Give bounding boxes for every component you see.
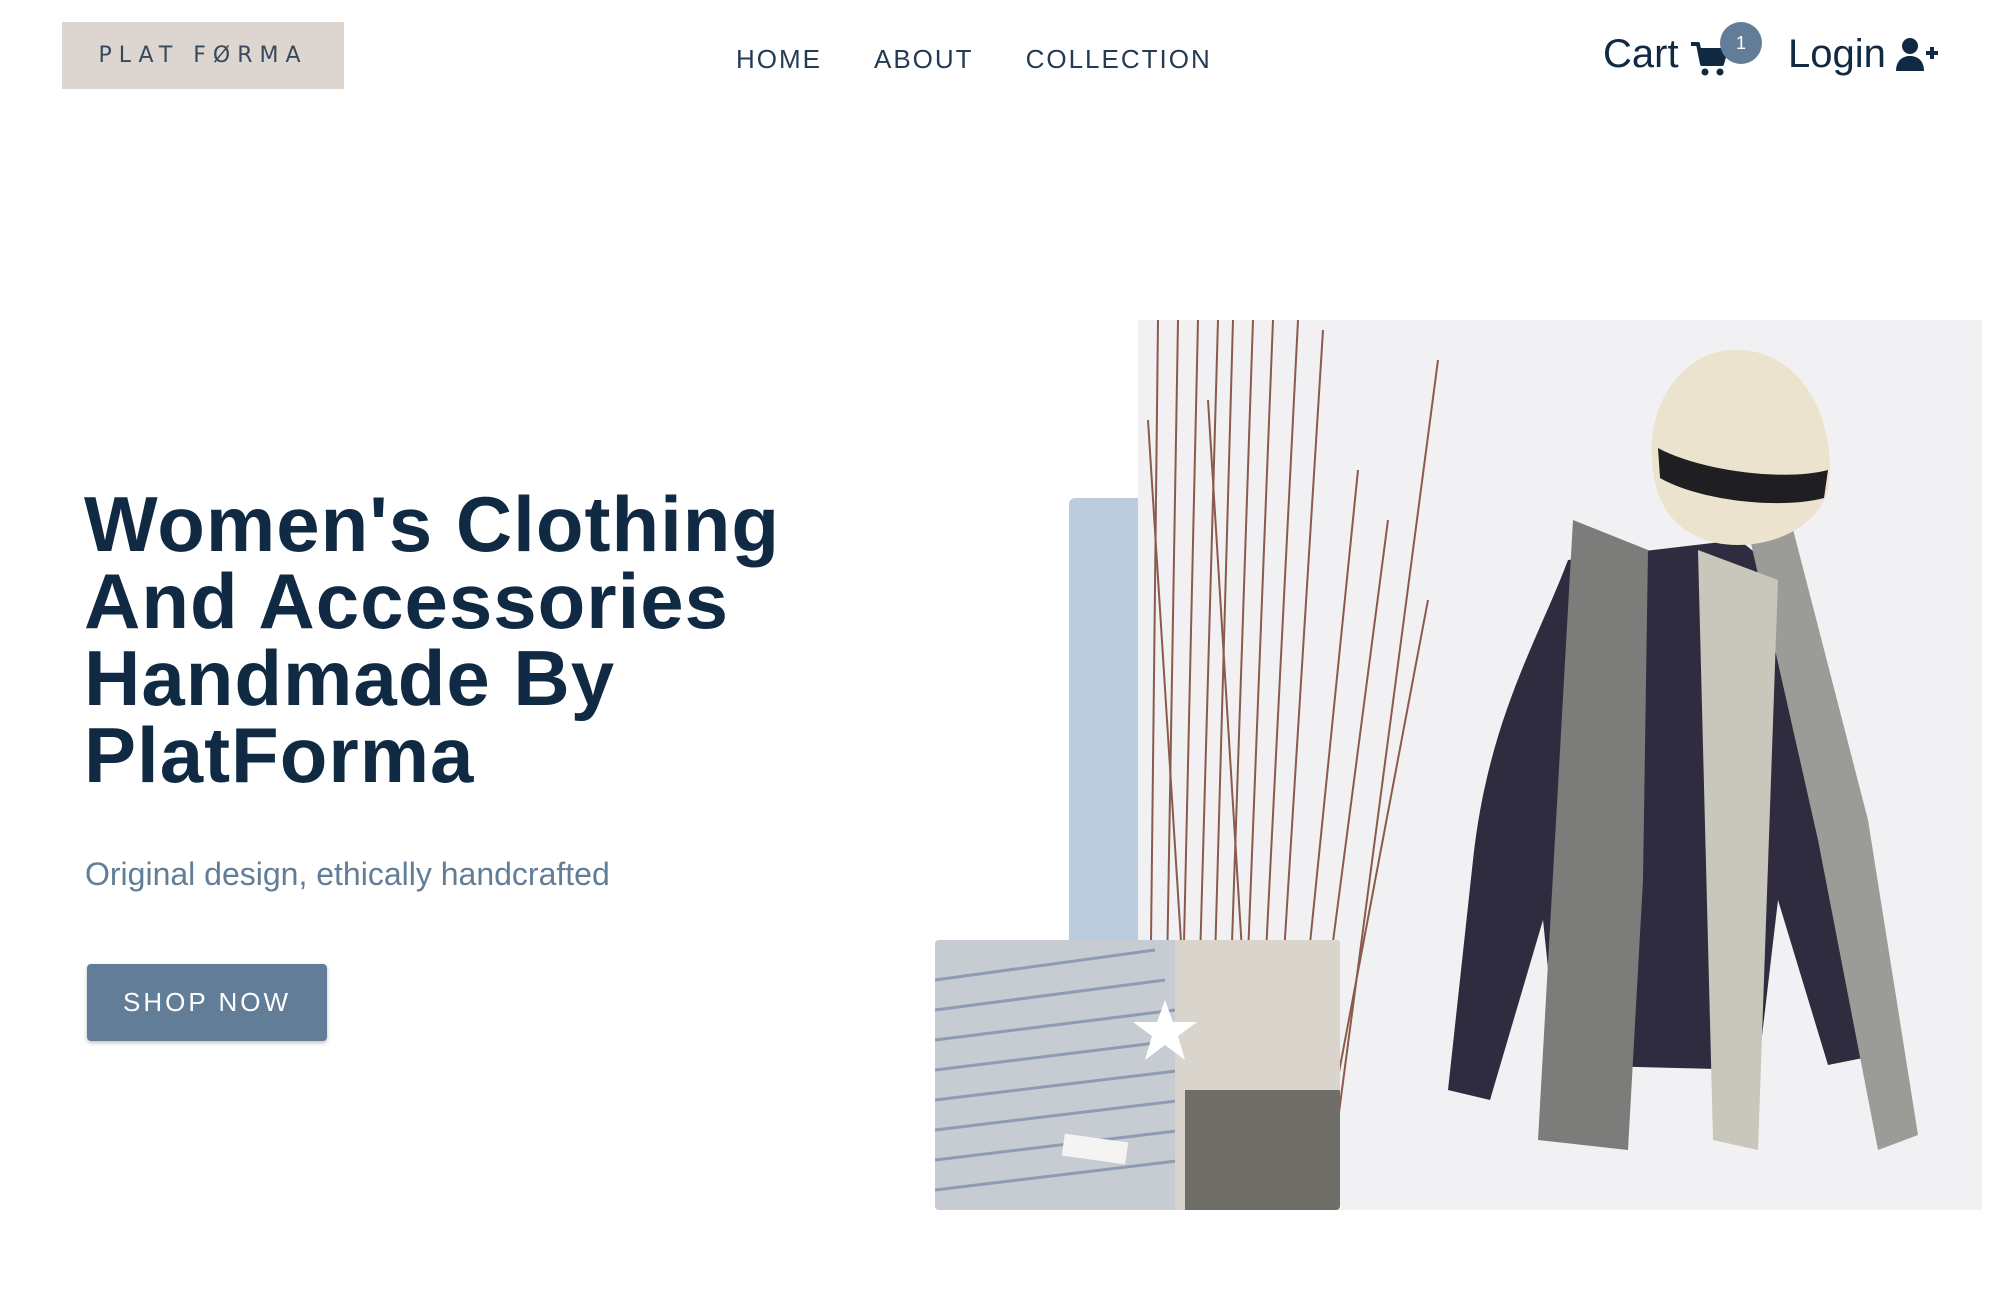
shop-now-button[interactable]: SHOP NOW [87,964,327,1041]
login-label: Login [1788,32,1886,76]
cart-label: Cart [1603,32,1679,76]
main-nav: HOME ABOUT COLLECTION [736,44,1212,75]
hero-detail-image [935,940,1340,1210]
nav-home-link[interactable]: HOME [736,44,822,75]
nav-about-link[interactable]: ABOUT [874,44,974,75]
hero-title: Women's Clothing And Accessories Handmad… [84,480,781,799]
brand-logo[interactable]: PLAT FØRMA [62,22,344,89]
login-button[interactable]: Login [1788,32,1938,77]
hero-subtitle: Original design, ethically handcrafted [85,856,610,892]
nav-collection-link[interactable]: COLLECTION [1026,44,1212,75]
cart-button[interactable]: Cart [1603,32,1729,77]
cart-count-badge: 1 [1720,22,1762,64]
user-plus-icon [1895,37,1938,71]
